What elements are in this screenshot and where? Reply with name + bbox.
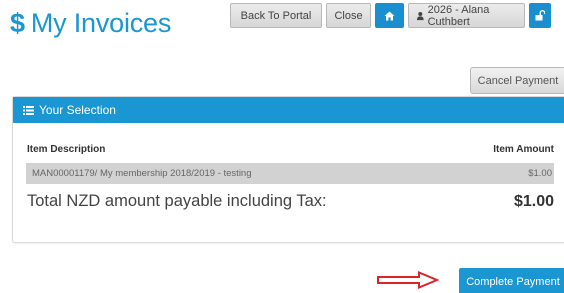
- list-icon: [23, 105, 34, 115]
- column-description: Item Description: [27, 144, 106, 155]
- column-amount: Item Amount: [493, 144, 554, 155]
- cancel-payment-button[interactable]: Cancel Payment: [470, 67, 564, 94]
- dollar-icon: $: [10, 8, 25, 38]
- total-label: Total NZD amount payable including Tax:: [27, 192, 327, 210]
- user-menu-button[interactable]: 2026 - Alana Cuthbert: [408, 3, 525, 28]
- user-label: 2026 - Alana Cuthbert: [427, 3, 490, 28]
- selection-panel: Your Selection Item Description Item Amo…: [12, 96, 564, 243]
- user-icon: [417, 11, 424, 20]
- complete-payment-button[interactable]: Complete Payment: [459, 268, 564, 293]
- top-toolbar: Back To Portal Close 2026 - Alana Cuthbe…: [230, 3, 551, 28]
- page-title-text: My Invoices: [30, 8, 172, 38]
- item-description: MAN00001179/ My membership 2018/2019 - t…: [32, 168, 252, 179]
- table-header: Item Description Item Amount: [27, 144, 554, 155]
- total-row: Total NZD amount payable including Tax: …: [27, 192, 554, 211]
- close-button[interactable]: Close: [326, 3, 371, 28]
- item-amount: $1.00: [528, 168, 552, 179]
- home-button[interactable]: [375, 3, 404, 28]
- total-amount: $1.00: [513, 192, 554, 210]
- page-title: $ My Invoices: [10, 8, 171, 39]
- back-to-portal-button[interactable]: Back To Portal: [230, 3, 322, 28]
- arrow-right-icon: [377, 271, 440, 293]
- unlock-icon: [535, 10, 545, 21]
- home-icon: [384, 11, 395, 20]
- selection-heading: Your Selection: [39, 103, 116, 117]
- unlock-button[interactable]: [529, 3, 551, 28]
- table-row: MAN00001179/ My membership 2018/2019 - t…: [26, 163, 554, 184]
- selection-panel-header: Your Selection: [13, 97, 564, 123]
